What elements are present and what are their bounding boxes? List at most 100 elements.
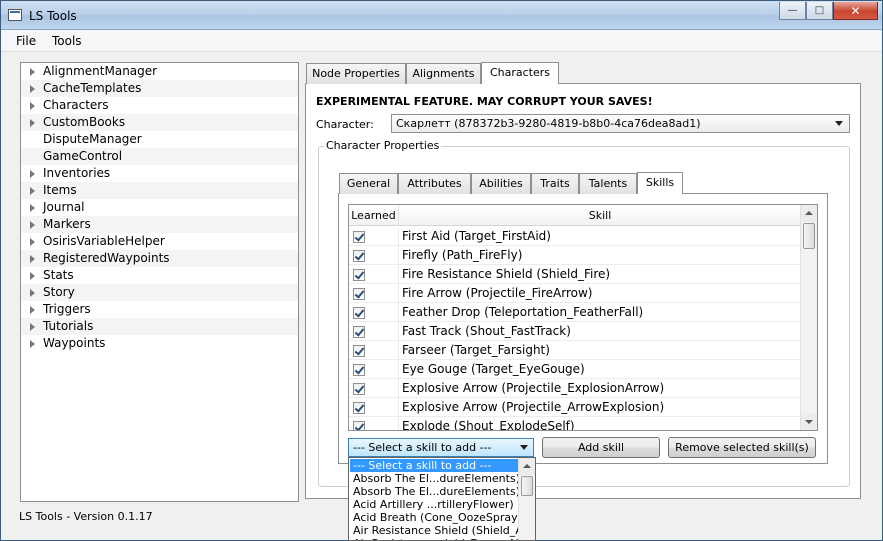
tab-traits[interactable]: Traits bbox=[531, 173, 579, 194]
minimize-button[interactable]: — bbox=[779, 2, 806, 20]
table-row[interactable]: Explosive Arrow (Projectile_ArrowExplosi… bbox=[349, 398, 801, 417]
table-row[interactable]: Explode (Shout_ExplodeSelf) bbox=[349, 417, 801, 430]
node-tree[interactable]: AlignmentManager CacheTemplates Characters… bbox=[20, 62, 299, 502]
tab-characters[interactable]: Characters bbox=[481, 62, 559, 84]
learned-checkbox[interactable] bbox=[353, 421, 365, 430]
learned-cell bbox=[349, 341, 399, 360]
tree-item[interactable]: Stats bbox=[21, 267, 298, 284]
expand-arrow-icon[interactable] bbox=[30, 238, 35, 246]
tab-general[interactable]: General bbox=[339, 173, 398, 194]
tab-node-properties[interactable]: Node Properties bbox=[306, 63, 406, 84]
learned-checkbox[interactable] bbox=[353, 345, 365, 357]
dropdown-option[interactable]: Absorb The El...dureElements) bbox=[350, 472, 518, 485]
tree-item[interactable]: Items bbox=[21, 182, 298, 199]
tree-item[interactable]: CacheTemplates bbox=[21, 80, 298, 97]
tree-item[interactable]: GameControl bbox=[21, 148, 298, 165]
column-header-learned[interactable]: Learned bbox=[349, 205, 399, 226]
expand-arrow-icon[interactable] bbox=[30, 85, 35, 93]
learned-checkbox[interactable] bbox=[353, 231, 365, 243]
tree-item[interactable]: Triggers bbox=[21, 301, 298, 318]
expand-arrow-icon[interactable] bbox=[30, 170, 35, 178]
character-properties-title: Character Properties bbox=[324, 139, 442, 152]
dropdown-option[interactable]: Acid Breath (Cone_OozeSpray) bbox=[350, 511, 518, 524]
tree-item[interactable]: Journal bbox=[21, 199, 298, 216]
skills-table-scrollbar[interactable] bbox=[800, 205, 817, 430]
dropdown-option[interactable]: --- Select a skill to add --- bbox=[350, 459, 518, 472]
learned-checkbox[interactable] bbox=[353, 383, 365, 395]
add-skill-select[interactable]: --- Select a skill to add --- bbox=[348, 438, 534, 457]
character-label: Character: bbox=[316, 118, 374, 131]
skill-name: Fast Track (Shout_FastTrack) bbox=[402, 324, 571, 338]
tab-talents[interactable]: Talents bbox=[579, 173, 637, 194]
table-header: Learned Skill bbox=[349, 205, 801, 226]
expand-arrow-icon[interactable] bbox=[30, 102, 35, 110]
menu-file[interactable]: File bbox=[16, 34, 36, 48]
learned-checkbox[interactable] bbox=[353, 250, 365, 262]
scroll-up-icon[interactable] bbox=[801, 205, 817, 222]
scroll-thumb[interactable] bbox=[521, 476, 533, 496]
tree-item[interactable]: Inventories bbox=[21, 165, 298, 182]
dropdown-option[interactable]: Acid Artillery ...rtilleryFlower) bbox=[350, 498, 518, 511]
scroll-down-icon[interactable] bbox=[801, 413, 817, 430]
maximize-button[interactable]: □ bbox=[806, 2, 833, 20]
tree-item[interactable]: DisputeManager bbox=[21, 131, 298, 148]
tree-item[interactable]: AlignmentManager bbox=[21, 63, 298, 80]
menu-tools[interactable]: Tools bbox=[52, 34, 82, 48]
expand-arrow-icon[interactable] bbox=[30, 119, 35, 127]
learned-checkbox[interactable] bbox=[353, 307, 365, 319]
dropdown-option[interactable]: Absorb The El...dureElements) bbox=[350, 485, 518, 498]
expand-arrow-icon[interactable] bbox=[30, 289, 35, 297]
tree-item[interactable]: CustomBooks bbox=[21, 114, 298, 131]
expand-arrow-icon[interactable] bbox=[30, 272, 35, 280]
character-select[interactable]: Скарлетт (878372b3-9280-4819-b8b0-4ca76d… bbox=[391, 114, 850, 133]
tree-item[interactable]: OsirisVariableHelper bbox=[21, 233, 298, 250]
table-row[interactable]: Farseer (Target_Farsight) bbox=[349, 341, 801, 360]
learned-checkbox[interactable] bbox=[353, 269, 365, 281]
dropdown-scrollbar[interactable] bbox=[518, 458, 535, 540]
learned-checkbox[interactable] bbox=[353, 326, 365, 338]
scroll-up-icon[interactable] bbox=[519, 458, 535, 475]
learned-checkbox[interactable] bbox=[353, 402, 365, 414]
tree-item[interactable]: Waypoints bbox=[21, 335, 298, 352]
expand-arrow-icon[interactable] bbox=[30, 68, 35, 76]
table-row[interactable]: Firefly (Path_FireFly) bbox=[349, 246, 801, 265]
learned-checkbox[interactable] bbox=[353, 364, 365, 376]
tree-item[interactable]: Characters bbox=[21, 97, 298, 114]
expand-arrow-icon[interactable] bbox=[30, 340, 35, 348]
tree-item[interactable]: RegisteredWaypoints bbox=[21, 250, 298, 267]
tab-alignments[interactable]: Alignments bbox=[406, 63, 481, 84]
column-header-skill[interactable]: Skill bbox=[399, 205, 801, 226]
skill-dropdown-list[interactable]: Air Resistance ...ield_EnemyAir)Air Resi… bbox=[348, 457, 536, 541]
tree-item[interactable]: Story bbox=[21, 284, 298, 301]
table-row[interactable]: Explosive Arrow (Projectile_ExplosionArr… bbox=[349, 379, 801, 398]
expand-arrow-icon[interactable] bbox=[30, 323, 35, 331]
close-icon: ✕ bbox=[850, 3, 861, 18]
tree-item[interactable]: Tutorials bbox=[21, 318, 298, 335]
expand-arrow-icon[interactable] bbox=[30, 221, 35, 229]
tab-abilities[interactable]: Abilities bbox=[471, 173, 531, 194]
table-row[interactable]: Feather Drop (Teleportation_FeatherFall) bbox=[349, 303, 801, 322]
title-bar[interactable]: LS Tools — □ ✕ bbox=[1, 1, 882, 30]
dropdown-option[interactable]: Air Resistance Shield (Shield_Air) bbox=[350, 524, 518, 537]
table-row[interactable]: First Aid (Target_FirstAid) bbox=[349, 227, 801, 246]
character-select-value: Скарлетт (878372b3-9280-4819-b8b0-4ca76d… bbox=[396, 117, 701, 130]
table-row[interactable]: Fast Track (Shout_FastTrack) bbox=[349, 322, 801, 341]
tab-skills[interactable]: Skills bbox=[637, 172, 683, 194]
tree-item[interactable]: Markers bbox=[21, 216, 298, 233]
learned-cell bbox=[349, 227, 399, 246]
close-button[interactable]: ✕ bbox=[833, 2, 878, 20]
dropdown-option[interactable]: Air Resistance ...ield_EnemyAir) bbox=[350, 537, 518, 540]
maximize-icon: □ bbox=[814, 5, 825, 16]
expand-arrow-icon[interactable] bbox=[30, 255, 35, 263]
remove-skills-button[interactable]: Remove selected skill(s) bbox=[668, 437, 816, 458]
table-row[interactable]: Fire Arrow (Projectile_FireArrow) bbox=[349, 284, 801, 303]
expand-arrow-icon[interactable] bbox=[30, 204, 35, 212]
table-row[interactable]: Eye Gouge (Target_EyeGouge) bbox=[349, 360, 801, 379]
expand-arrow-icon[interactable] bbox=[30, 306, 35, 314]
tab-attributes[interactable]: Attributes bbox=[398, 173, 471, 194]
scroll-thumb[interactable] bbox=[803, 223, 815, 249]
learned-checkbox[interactable] bbox=[353, 288, 365, 300]
add-skill-button[interactable]: Add skill bbox=[542, 437, 660, 458]
expand-arrow-icon[interactable] bbox=[30, 187, 35, 195]
table-row[interactable]: Fire Resistance Shield (Shield_Fire) bbox=[349, 265, 801, 284]
